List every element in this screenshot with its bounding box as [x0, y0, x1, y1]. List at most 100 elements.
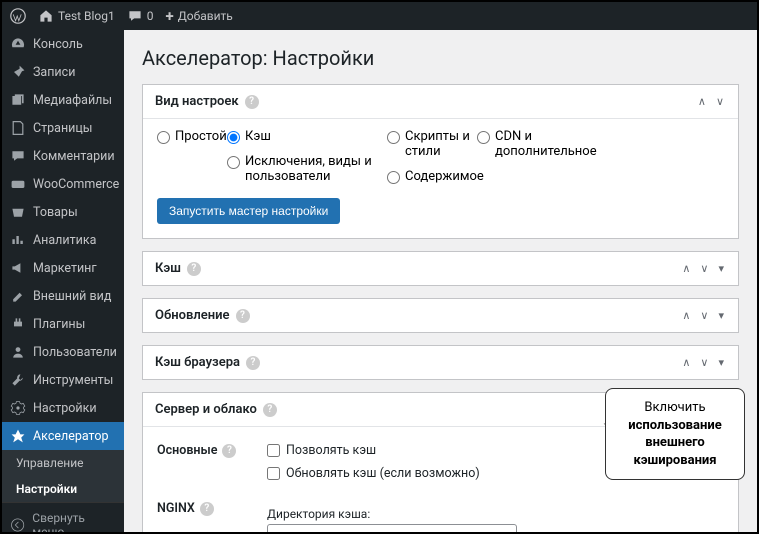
chevron-down-icon[interactable]: ∨	[714, 93, 726, 110]
sidebar-item-plugins[interactable]: Плагины	[2, 310, 124, 338]
chevron-up-icon[interactable]: ∧	[680, 307, 692, 324]
help-icon[interactable]: ?	[236, 309, 250, 323]
panel-view-settings: Вид настроек? ∧ ∨ Простой Кэш Исключения,…	[142, 84, 739, 239]
help-icon[interactable]: ?	[245, 95, 259, 109]
sidebar-item-appearance[interactable]: Внешний вид	[2, 282, 124, 310]
sidebar-label: Записи	[33, 65, 75, 80]
panel-title-text: Кэш браузера	[155, 355, 240, 370]
sidebar-item-posts[interactable]: Записи	[2, 58, 124, 86]
sidebar-sub-settings[interactable]: Настройки	[2, 476, 124, 502]
radio-exclusions[interactable]: Исключения, виды и пользователи	[227, 154, 387, 184]
sidebar-item-woocommerce[interactable]: WooCommerce	[2, 170, 124, 198]
woo-icon	[10, 176, 26, 192]
panel-title-text: Кэш	[155, 261, 181, 276]
caret-down-icon[interactable]: ▾	[716, 307, 726, 324]
add-label: Добавить	[178, 9, 233, 23]
sidebar-label: Внешний вид	[33, 289, 111, 304]
sidebar-item-settings[interactable]: Настройки	[2, 394, 124, 422]
help-icon[interactable]: ?	[222, 444, 236, 458]
site-name: Test Blog1	[58, 9, 115, 23]
help-icon[interactable]: ?	[263, 403, 277, 417]
callout-line1: Включить	[644, 400, 705, 415]
sidebar-label: WooCommerce	[33, 177, 119, 192]
sidebar-item-users[interactable]: Пользователи	[2, 338, 124, 366]
chevron-down-icon[interactable]: ∨	[698, 260, 710, 277]
comments-link[interactable]: 0	[127, 8, 154, 24]
sidebar-label: Пользователи	[33, 345, 117, 360]
sidebar-label: Инструменты	[33, 373, 113, 388]
chevron-down-icon[interactable]: ∨	[698, 354, 710, 371]
chevron-down-icon[interactable]: ∨	[698, 307, 710, 324]
panel-browser-cache: Кэш браузера? ∧ ∨ ▾	[142, 345, 739, 380]
sidebar-item-accelerator[interactable]: Акселератор	[2, 422, 124, 450]
help-icon[interactable]: ?	[246, 356, 260, 370]
help-icon[interactable]: ?	[200, 502, 214, 516]
marketing-icon	[10, 260, 26, 276]
sidebar-label: Акселератор	[33, 429, 108, 444]
wizard-button[interactable]: Запустить мастер настройки	[157, 198, 340, 224]
panel-title-text: Сервер и облако	[155, 402, 257, 417]
radio-simple[interactable]: Простой	[157, 129, 227, 144]
user-icon	[10, 344, 26, 360]
plus-icon: +	[166, 7, 174, 25]
collapse-label: Свернуть меню	[32, 511, 116, 532]
settings-icon	[10, 400, 26, 416]
sidebar-label: Аналитика	[33, 233, 96, 248]
accelerator-icon	[10, 428, 26, 444]
product-icon	[10, 204, 26, 220]
sidebar-label: Маркетинг	[33, 261, 97, 276]
sidebar-item-comments[interactable]: Комментарии	[2, 142, 124, 170]
sidebar-label: Медиафайлы	[33, 93, 112, 108]
help-icon[interactable]: ?	[187, 262, 201, 276]
page-title: Акселератор: Настройки	[142, 46, 739, 70]
plugin-icon	[10, 316, 26, 332]
sidebar-item-media[interactable]: Медиафайлы	[2, 86, 124, 114]
chevron-up-icon[interactable]: ∧	[680, 354, 692, 371]
sidebar-item-marketing[interactable]: Маркетинг	[2, 254, 124, 282]
radio-cache[interactable]: Кэш	[227, 129, 387, 144]
comment-icon	[127, 8, 143, 24]
sidebar-label: Консоль	[33, 37, 83, 52]
sidebar-item-pages[interactable]: Страницы	[2, 114, 124, 142]
sidebar-label: Комментарии	[33, 149, 115, 164]
pin-icon	[10, 64, 26, 80]
tool-icon	[10, 372, 26, 388]
sidebar-item-products[interactable]: Товары	[2, 198, 124, 226]
radio-cdn[interactable]: CDN и дополнительное	[477, 129, 597, 159]
sidebar-item-tools[interactable]: Инструменты	[2, 366, 124, 394]
collapse-menu[interactable]: Свернуть меню	[2, 502, 124, 532]
caret-down-icon[interactable]: ▾	[716, 354, 726, 371]
collapse-icon	[10, 517, 25, 532]
panel-title-text: Вид настроек	[155, 94, 239, 109]
radio-scripts[interactable]: Скрипты и стили	[387, 129, 477, 159]
wp-logo[interactable]	[10, 8, 26, 24]
appearance-icon	[10, 288, 26, 304]
sidebar-sub-manage[interactable]: Управление	[2, 450, 124, 476]
sidebar-label: Настройки	[33, 401, 97, 416]
annotation-callout: Включить использование внешнего кэширова…	[605, 388, 745, 480]
sidebar-label: Страницы	[33, 121, 93, 136]
radio-content[interactable]: Содержимое	[387, 169, 477, 184]
caret-down-icon[interactable]: ▾	[716, 260, 726, 277]
comments-count: 0	[147, 9, 154, 23]
section-nginx-label: NGINX	[157, 501, 195, 516]
cache-dir-input[interactable]	[267, 524, 517, 532]
gauge-icon	[10, 36, 26, 52]
chevron-up-icon[interactable]: ∧	[696, 93, 708, 110]
page-icon	[10, 120, 26, 136]
cache-dir-label: Директория кэша:	[267, 507, 724, 521]
chevron-up-icon[interactable]: ∧	[680, 260, 692, 277]
add-new[interactable]: + Добавить	[166, 7, 233, 25]
sidebar-item-analytics[interactable]: Аналитика	[2, 226, 124, 254]
admin-sidebar: Консоль Записи Медиафайлы Страницы Комме…	[2, 30, 124, 532]
sidebar-label: Товары	[33, 205, 78, 220]
media-icon	[10, 92, 26, 108]
sidebar-submenu: Управление Настройки	[2, 450, 124, 502]
panel-title-text: Обновление	[155, 308, 230, 323]
sidebar-item-dashboard[interactable]: Консоль	[2, 30, 124, 58]
wordpress-icon	[10, 8, 26, 24]
analytics-icon	[10, 232, 26, 248]
panel-cache: Кэш? ∧ ∨ ▾	[142, 251, 739, 286]
site-link[interactable]: Test Blog1	[38, 8, 115, 24]
home-icon	[38, 8, 54, 24]
